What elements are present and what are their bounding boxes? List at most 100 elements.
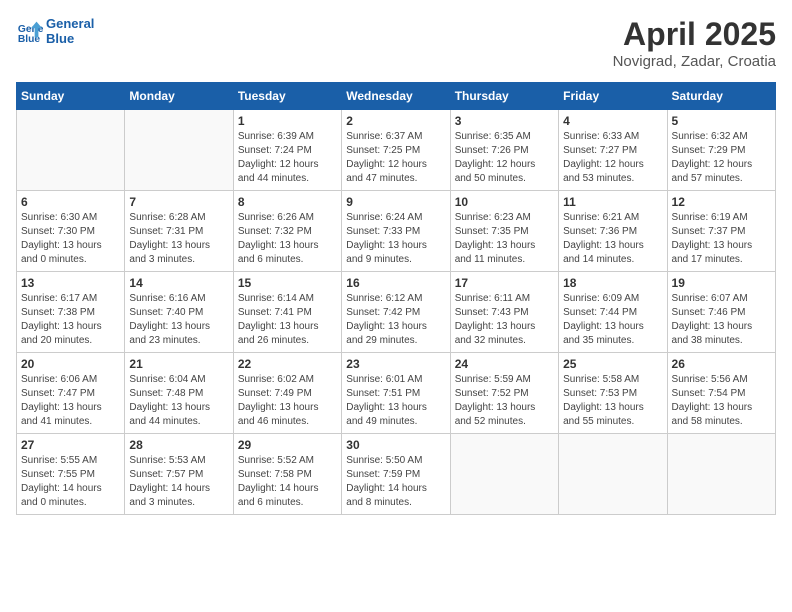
day-info: Sunrise: 5:59 AMSunset: 7:52 PMDaylight:…	[455, 373, 554, 429]
day-number: 28	[129, 438, 228, 452]
day-info: Sunrise: 6:28 AMSunset: 7:31 PMDaylight:…	[129, 211, 228, 267]
day-info: Sunrise: 6:04 AMSunset: 7:48 PMDaylight:…	[129, 373, 228, 429]
day-info: Sunrise: 6:07 AMSunset: 7:46 PMDaylight:…	[672, 292, 771, 348]
day-info: Sunrise: 5:50 AMSunset: 7:59 PMDaylight:…	[346, 454, 445, 510]
day-info: Sunrise: 5:56 AMSunset: 7:54 PMDaylight:…	[672, 373, 771, 429]
day-number: 24	[455, 357, 554, 371]
calendar-cell: 21 Sunrise: 6:04 AMSunset: 7:48 PMDayligh…	[125, 353, 233, 434]
calendar-table: SundayMondayTuesdayWednesdayThursdayFrid…	[16, 82, 776, 515]
logo-icon: General Blue	[16, 17, 44, 45]
day-number: 22	[238, 357, 337, 371]
day-number: 15	[238, 276, 337, 290]
day-info: Sunrise: 6:02 AMSunset: 7:49 PMDaylight:…	[238, 373, 337, 429]
calendar-cell: 2 Sunrise: 6:37 AMSunset: 7:25 PMDaylight…	[342, 110, 450, 191]
calendar-header: SundayMondayTuesdayWednesdayThursdayFrid…	[17, 83, 776, 110]
logo-line1: General	[46, 16, 94, 31]
calendar-cell: 14 Sunrise: 6:16 AMSunset: 7:40 PMDayligh…	[125, 272, 233, 353]
day-number: 11	[563, 195, 662, 209]
calendar-week-row: 13Sunrise: 6:17 AMSunset: 7:38 PMDayligh…	[17, 272, 776, 353]
day-info: Sunrise: 6:35 AMSunset: 7:26 PMDaylight:…	[455, 130, 554, 186]
calendar-cell: 9 Sunrise: 6:24 AMSunset: 7:33 PMDaylight…	[342, 191, 450, 272]
day-info: Sunrise: 5:58 AMSunset: 7:53 PMDaylight:…	[563, 373, 662, 429]
day-info: Sunrise: 6:26 AMSunset: 7:32 PMDaylight:…	[238, 211, 337, 267]
day-info: Sunrise: 6:37 AMSunset: 7:25 PMDaylight:…	[346, 130, 445, 186]
calendar-cell: 4Sunrise: 6:33 AMSunset: 7:27 PMDaylight…	[559, 110, 667, 191]
calendar-cell: 20 Sunrise: 6:06 AMSunset: 7:47 PMDayligh…	[17, 353, 125, 434]
calendar-week-row: 20 Sunrise: 6:06 AMSunset: 7:47 PMDayligh…	[17, 353, 776, 434]
calendar-cell: 6Sunrise: 6:30 AMSunset: 7:30 PMDaylight…	[17, 191, 125, 272]
day-info: Sunrise: 6:14 AMSunset: 7:41 PMDaylight:…	[238, 292, 337, 348]
day-number: 29	[238, 438, 337, 452]
calendar-cell	[450, 434, 558, 515]
calendar-cell: 19 Sunrise: 6:07 AMSunset: 7:46 PMDayligh…	[667, 272, 775, 353]
weekday-header: Friday	[559, 83, 667, 110]
day-number: 25	[563, 357, 662, 371]
calendar-cell: 16 Sunrise: 6:12 AMSunset: 7:42 PMDayligh…	[342, 272, 450, 353]
calendar-cell: 5 Sunrise: 6:32 AMSunset: 7:29 PMDaylight…	[667, 110, 775, 191]
day-info: Sunrise: 6:23 AMSunset: 7:35 PMDaylight:…	[455, 211, 554, 267]
title-block: April 2025 Novigrad, Zadar, Croatia	[613, 16, 776, 70]
day-number: 3	[455, 114, 554, 128]
day-info: Sunrise: 6:32 AMSunset: 7:29 PMDaylight:…	[672, 130, 771, 186]
day-number: 8	[238, 195, 337, 209]
day-number: 17	[455, 276, 554, 290]
day-info: Sunrise: 6:24 AMSunset: 7:33 PMDaylight:…	[346, 211, 445, 267]
day-number: 27	[21, 438, 120, 452]
calendar-cell: 30Sunrise: 5:50 AMSunset: 7:59 PMDayligh…	[342, 434, 450, 515]
weekday-header: Saturday	[667, 83, 775, 110]
day-info: Sunrise: 6:11 AMSunset: 7:43 PMDaylight:…	[455, 292, 554, 348]
location: Novigrad, Zadar, Croatia	[613, 53, 776, 70]
calendar-cell	[17, 110, 125, 191]
weekday-header: Tuesday	[233, 83, 341, 110]
day-number: 5	[672, 114, 771, 128]
day-info: Sunrise: 6:06 AMSunset: 7:47 PMDaylight:…	[21, 373, 120, 429]
calendar-cell: 15 Sunrise: 6:14 AMSunset: 7:41 PMDayligh…	[233, 272, 341, 353]
calendar-cell: 26Sunrise: 5:56 AMSunset: 7:54 PMDayligh…	[667, 353, 775, 434]
day-number: 23	[346, 357, 445, 371]
calendar-cell: 28 Sunrise: 5:53 AMSunset: 7:57 PMDayligh…	[125, 434, 233, 515]
calendar-cell: 8 Sunrise: 6:26 AMSunset: 7:32 PMDaylight…	[233, 191, 341, 272]
calendar-cell: 24 Sunrise: 5:59 AMSunset: 7:52 PMDayligh…	[450, 353, 558, 434]
weekday-header: Wednesday	[342, 83, 450, 110]
day-number: 12	[672, 195, 771, 209]
weekday-header: Monday	[125, 83, 233, 110]
calendar-cell	[125, 110, 233, 191]
day-number: 16	[346, 276, 445, 290]
calendar-cell: 1 Sunrise: 6:39 AMSunset: 7:24 PMDaylight…	[233, 110, 341, 191]
day-info: Sunrise: 5:53 AMSunset: 7:57 PMDaylight:…	[129, 454, 228, 510]
day-info: Sunrise: 6:16 AMSunset: 7:40 PMDaylight:…	[129, 292, 228, 348]
day-number: 13	[21, 276, 120, 290]
day-number: 14	[129, 276, 228, 290]
calendar-cell: 25 Sunrise: 5:58 AMSunset: 7:53 PMDayligh…	[559, 353, 667, 434]
calendar-cell: 13Sunrise: 6:17 AMSunset: 7:38 PMDayligh…	[17, 272, 125, 353]
day-number: 18	[563, 276, 662, 290]
day-info: Sunrise: 6:39 AMSunset: 7:24 PMDaylight:…	[238, 130, 337, 186]
calendar-week-row: 6Sunrise: 6:30 AMSunset: 7:30 PMDaylight…	[17, 191, 776, 272]
day-info: Sunrise: 6:33 AMSunset: 7:27 PMDaylight:…	[563, 130, 662, 186]
day-number: 10	[455, 195, 554, 209]
calendar-cell: 17 Sunrise: 6:11 AMSunset: 7:43 PMDayligh…	[450, 272, 558, 353]
day-number: 19	[672, 276, 771, 290]
day-number: 1	[238, 114, 337, 128]
calendar-cell	[559, 434, 667, 515]
calendar-cell: 27Sunrise: 5:55 AMSunset: 7:55 PMDayligh…	[17, 434, 125, 515]
calendar-cell: 11 Sunrise: 6:21 AMSunset: 7:36 PMDayligh…	[559, 191, 667, 272]
page-header: General Blue General Blue April 2025 Nov…	[16, 16, 776, 70]
calendar-week-row: 27Sunrise: 5:55 AMSunset: 7:55 PMDayligh…	[17, 434, 776, 515]
calendar-cell: 10 Sunrise: 6:23 AMSunset: 7:35 PMDayligh…	[450, 191, 558, 272]
logo: General Blue General Blue	[16, 16, 94, 46]
day-number: 6	[21, 195, 120, 209]
weekday-header: Thursday	[450, 83, 558, 110]
day-number: 9	[346, 195, 445, 209]
day-number: 20	[21, 357, 120, 371]
day-info: Sunrise: 6:21 AMSunset: 7:36 PMDaylight:…	[563, 211, 662, 267]
calendar-cell: 18Sunrise: 6:09 AMSunset: 7:44 PMDayligh…	[559, 272, 667, 353]
day-info: Sunrise: 5:52 AMSunset: 7:58 PMDaylight:…	[238, 454, 337, 510]
day-number: 2	[346, 114, 445, 128]
day-info: Sunrise: 6:12 AMSunset: 7:42 PMDaylight:…	[346, 292, 445, 348]
calendar-cell: 3 Sunrise: 6:35 AMSunset: 7:26 PMDaylight…	[450, 110, 558, 191]
calendar-cell: 29 Sunrise: 5:52 AMSunset: 7:58 PMDayligh…	[233, 434, 341, 515]
calendar-week-row: 1 Sunrise: 6:39 AMSunset: 7:24 PMDaylight…	[17, 110, 776, 191]
day-number: 21	[129, 357, 228, 371]
calendar-cell: 12Sunrise: 6:19 AMSunset: 7:37 PMDayligh…	[667, 191, 775, 272]
